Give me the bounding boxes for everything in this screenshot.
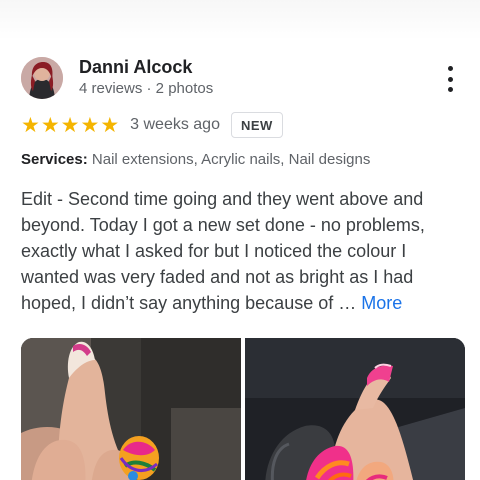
star-icon: ★ — [21, 113, 40, 137]
review-photo-1[interactable] — [21, 338, 241, 480]
menu-dot — [447, 66, 453, 71]
star-rating: ★ ★ ★ ★ ★ — [21, 115, 119, 136]
review-photo-2[interactable] — [245, 338, 465, 480]
author-name[interactable]: Danni Alcock — [79, 57, 192, 78]
review-card: Danni Alcock 4 reviews · 2 photos ★ ★ ★ … — [0, 0, 480, 480]
star-icon: ★ — [40, 113, 60, 137]
services-line: Services: Nail extensions, Acrylic nails… — [21, 151, 370, 168]
avatar[interactable] — [21, 57, 63, 99]
review-time: 3 weeks ago — [130, 116, 220, 133]
review-body: Edit - Second time going and they went a… — [21, 186, 461, 316]
more-vert-icon[interactable] — [440, 66, 460, 92]
menu-dot — [447, 87, 453, 92]
rating-row: ★ ★ ★ ★ ★ 3 weeks ago NEW — [21, 111, 283, 139]
star-icon: ★ — [60, 113, 80, 137]
author-review-count: 4 reviews · 2 photos — [79, 80, 214, 97]
services-value: Nail extensions, Acrylic nails, Nail des… — [91, 151, 371, 168]
services-label: Services: — [21, 151, 88, 168]
more-link[interactable]: More — [361, 293, 402, 313]
menu-dot — [447, 76, 453, 82]
top-fade — [0, 0, 480, 40]
new-badge: NEW — [230, 112, 283, 138]
star-icon: ★ — [80, 113, 100, 137]
star-icon: ★ — [100, 113, 120, 137]
